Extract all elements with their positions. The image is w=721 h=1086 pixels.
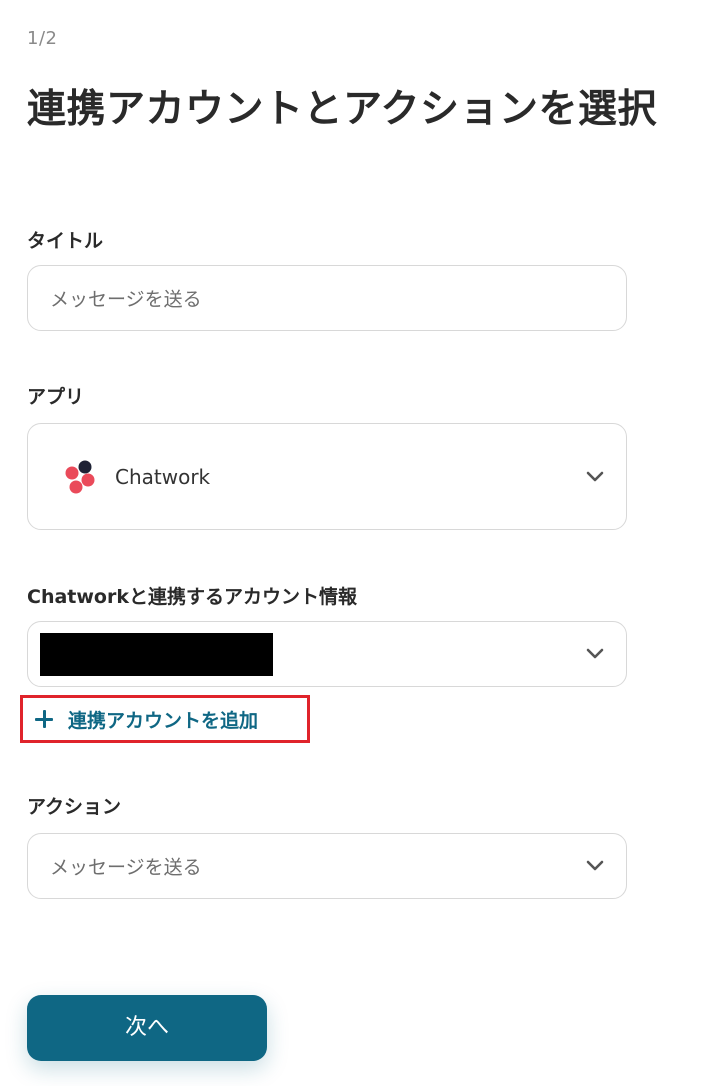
app-select[interactable]: Chatwork — [27, 423, 627, 530]
step-indicator: 1/2 — [27, 28, 58, 49]
plus-icon — [34, 709, 54, 729]
chatwork-logo-icon — [62, 458, 100, 496]
page-title: 連携アカウントとアクションを選択 — [27, 87, 658, 132]
add-account-label: 連携アカウントを追加 — [68, 709, 259, 732]
next-button[interactable]: 次へ — [27, 995, 267, 1061]
account-label: Chatworkと連携するアカウント情報 — [27, 586, 357, 608]
app-select-value: Chatwork — [115, 464, 211, 489]
chevron-down-icon — [584, 859, 606, 873]
action-label: アクション — [27, 796, 122, 818]
action-select[interactable]: メッセージを送る — [27, 833, 627, 899]
title-input[interactable]: メッセージを送る — [27, 265, 627, 331]
account-select[interactable] — [27, 621, 627, 687]
redacted-account-name — [40, 633, 273, 676]
app-label: アプリ — [27, 386, 85, 408]
title-input-value: メッセージを送る — [50, 288, 202, 311]
add-account-button[interactable]: 連携アカウントを追加 — [20, 695, 310, 743]
chevron-down-icon — [584, 470, 606, 484]
action-select-value: メッセージを送る — [50, 856, 202, 879]
page: 1/2 連携アカウントとアクションを選択 タイトル メッセージを送る アプリ C… — [0, 0, 721, 1086]
chevron-down-icon — [584, 647, 606, 661]
title-label: タイトル — [27, 230, 104, 252]
